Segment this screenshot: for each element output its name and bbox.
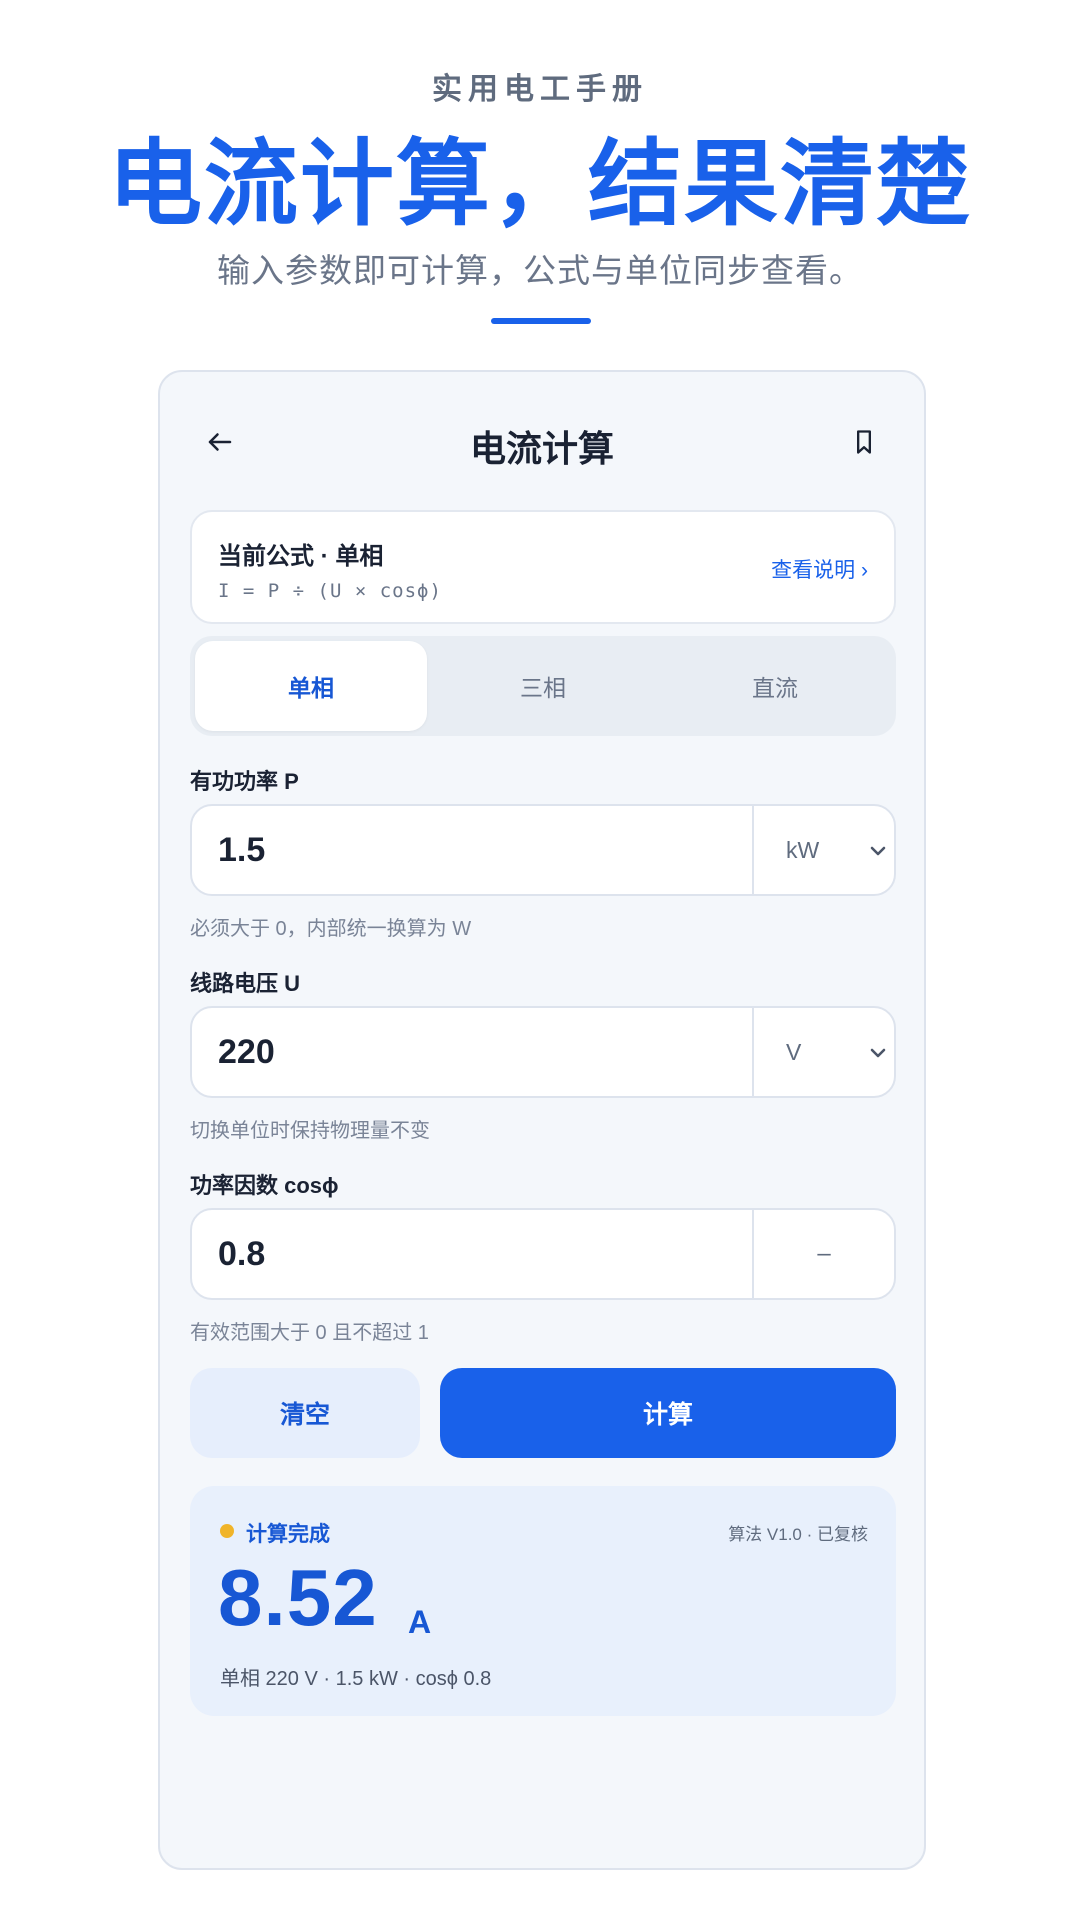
power-unit-value: kW [786,836,820,863]
unit-none-dash: – [817,1240,831,1267]
power-factor-field: – [190,1208,896,1300]
tab-three-phase[interactable]: 三相 [427,641,659,731]
result-detail: 单相 220 V · 1.5 kW · cosϕ 0.8 [220,1668,492,1690]
status-dot-icon [220,1524,234,1538]
hero-title: 电流计算，结果清楚 [107,131,972,236]
power-field: kW [190,804,896,896]
algorithm-version: 算法 V1.0 · 已复核 [728,1525,868,1544]
result-card: 计算完成 算法 V1.0 · 已复核 8.52 A 单相 220 V · 1.5… [190,1486,896,1716]
app-header: 电流计算 [160,402,924,482]
power-factor-hint: 有效范围大于 0 且不超过 1 [190,1322,429,1344]
power-factor-unit: – [752,1210,894,1298]
page-title: 电流计算 [469,428,614,469]
result-status: 计算完成 [246,1523,330,1546]
chevron-down-icon [870,1048,886,1058]
hero-divider [491,318,591,324]
formula-card: 当前公式 · 单相 I = P ÷ (U × cosϕ) 查看说明 › [190,510,896,624]
bookmark-icon [857,430,871,454]
hero-eyebrow: 实用电工手册 [432,73,648,106]
power-label: 有功功率 P [190,769,299,794]
result-value: 8.52 [218,1553,378,1642]
app-card: 电流计算 当前公式 · 单相 I = P ÷ (U × cosϕ) 查看说明 ›… [158,370,926,1870]
bookmark-button[interactable] [834,412,894,472]
voltage-unit-select[interactable]: V [752,1008,894,1096]
chevron-down-icon [870,846,886,856]
power-factor-label: 功率因数 cosϕ [190,1173,339,1198]
formula-help-link[interactable]: 查看说明 › [771,554,868,584]
tab-single-phase[interactable]: 单相 [195,641,427,731]
power-input[interactable] [192,806,754,894]
voltage-label: 线路电压 U [190,971,301,996]
voltage-hint: 切换单位时保持物理量不变 [190,1120,430,1142]
voltage-field: V [190,1006,896,1098]
tab-dc[interactable]: 直流 [659,641,891,731]
calculate-button[interactable]: 计算 [440,1368,896,1458]
result-unit: A [408,1604,432,1640]
phase-tabs: 单相 三相 直流 [190,636,896,736]
voltage-unit-value: V [786,1038,802,1065]
formula-expression: I = P ÷ (U × cosϕ) [218,580,442,602]
power-factor-input[interactable] [192,1210,754,1298]
voltage-input[interactable] [192,1008,754,1096]
power-hint: 必须大于 0，内部统一换算为 W [190,918,472,940]
formula-title: 当前公式 · 单相 [218,543,384,570]
hero-subtitle: 输入参数即可计算，公式与单位同步查看。 [217,252,863,289]
clear-button[interactable]: 清空 [190,1368,420,1458]
power-unit-select[interactable]: kW [752,806,894,894]
